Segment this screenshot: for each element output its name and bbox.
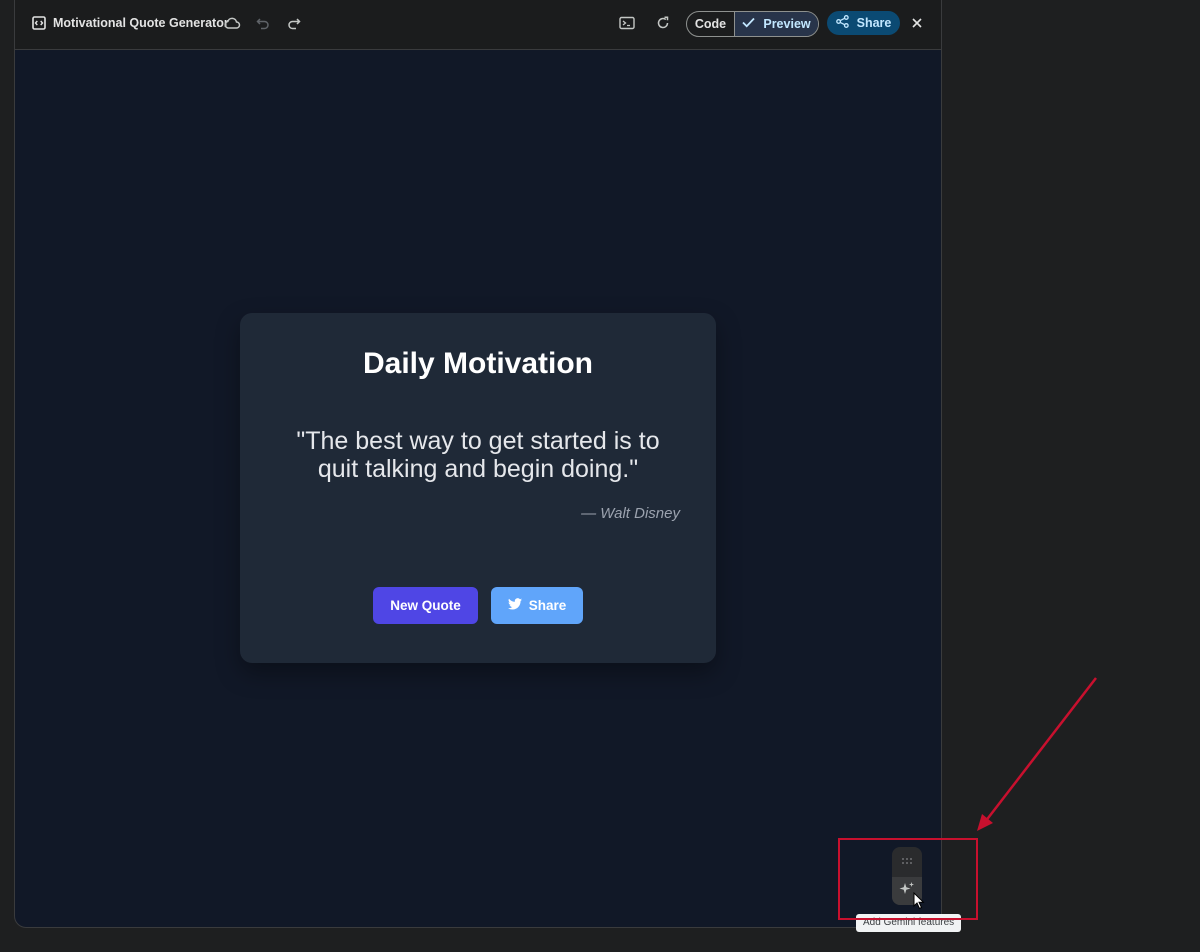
close-icon[interactable] [903, 9, 931, 37]
terminal-icon[interactable] [613, 9, 641, 37]
preview-tab[interactable]: Preview [735, 12, 818, 36]
refresh-icon[interactable] [649, 9, 677, 37]
redo-icon[interactable] [280, 9, 308, 37]
view-toggle: Code Preview [686, 11, 819, 37]
code-box-icon [25, 9, 53, 37]
share-label: Share [856, 16, 892, 30]
new-quote-button[interactable]: New Quote [373, 587, 478, 624]
cloud-save-icon[interactable] [218, 9, 246, 37]
undo-icon[interactable] [249, 9, 277, 37]
top-toolbar: Motivational Quote Generator Code Previe… [15, 0, 941, 50]
quote-author: — Walt Disney [581, 505, 680, 522]
mouse-cursor-icon [913, 892, 925, 910]
preview-label: Preview [763, 17, 811, 31]
gemini-tooltip: Add Gemini features [856, 914, 962, 932]
code-tab[interactable]: Code [687, 12, 735, 36]
share-button[interactable]: Share [827, 11, 900, 35]
check-icon [742, 17, 756, 31]
drag-handle-icon[interactable] [892, 851, 922, 871]
quote-card: Daily Motivation "The best way to get st… [240, 313, 716, 663]
canvas-panel: Motivational Quote Generator Code Previe… [14, 0, 942, 928]
share-quote-button[interactable]: Share [491, 587, 583, 624]
app-title: Motivational Quote Generator [53, 16, 229, 30]
quote-text: "The best way to get started is to quit … [296, 427, 660, 483]
share-quote-label: Share [528, 598, 567, 613]
card-title: Daily Motivation [362, 347, 594, 380]
share-icon [835, 15, 849, 31]
twitter-bird-icon [507, 598, 522, 613]
